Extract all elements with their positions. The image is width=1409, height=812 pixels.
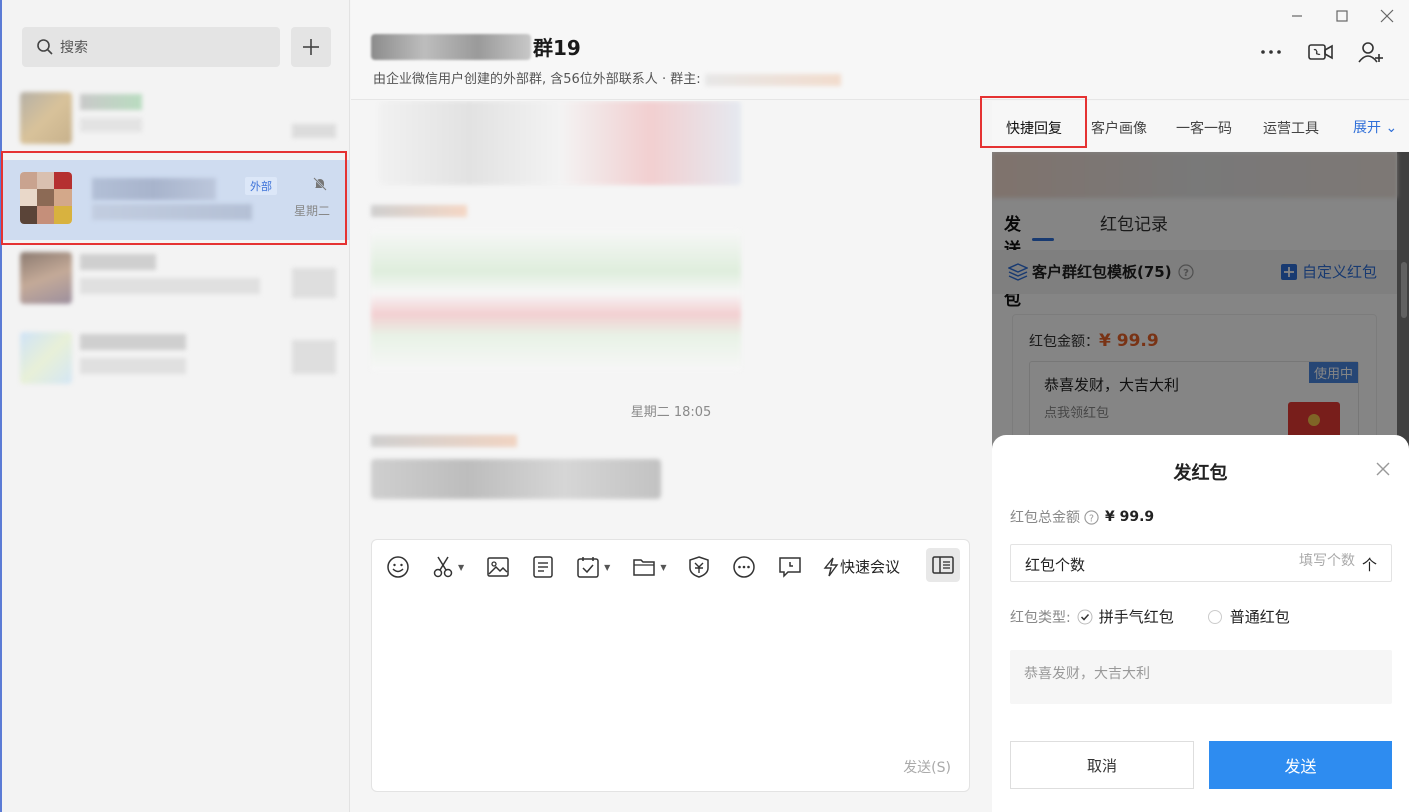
video-call-icon[interactable] [1308,40,1334,64]
side-panel-toggle[interactable] [926,548,960,582]
expand-button[interactable]: 展开 ⌄ [1353,117,1397,137]
redacted-message [371,229,741,371]
conversation-item[interactable] [2,320,350,400]
tab-operation-tools[interactable]: 运营工具 [1263,118,1319,138]
packet-count-field[interactable]: 红包个数 个 [1010,544,1392,582]
modal-title: 发红包 [1173,463,1228,484]
search-icon [37,39,53,55]
more-icon[interactable] [1259,40,1283,64]
avatar [20,252,72,304]
radio-circle-icon [1207,609,1222,624]
send-red-packet-modal: 发红包 红包总金额 ? ¥ 99.9 红包个数 个 红包类型: 拼手气红包 普通… [992,435,1409,812]
wish-input[interactable] [1024,666,1374,682]
search-box[interactable]: 搜索 [22,27,280,67]
redacted-name [80,254,156,270]
plus-icon [303,39,319,55]
packet-type-row: 红包类型: 拼手气红包 普通红包 [1010,606,1290,627]
total-amount-value: ¥ 99.9 [1105,509,1155,525]
redacted-message [379,101,741,185]
redacted-preview [92,204,252,220]
redacted-time [292,340,336,374]
conversation-item[interactable] [2,240,350,320]
composer-toolbar: ▼ ▼ ▼ [386,552,824,582]
conversation-item[interactable] [2,80,350,160]
redacted-name [92,178,216,200]
redacted-group-name [371,33,531,60]
document-icon[interactable] [532,555,554,579]
caret-down-icon[interactable]: ▼ [458,563,464,572]
redacted-time [292,124,336,138]
screenshot-icon[interactable]: ▼ [432,555,464,579]
conversation-list: 外部 星期二 [2,80,350,400]
message-composer[interactable]: ▼ ▼ ▼ 快速会议 发送(S) [371,539,970,792]
sidebar-panel-icon [932,556,954,574]
redacted-preview [80,118,142,132]
check-icon [1077,609,1093,624]
add-member-icon[interactable] [1358,40,1384,64]
chat-header: 群19 由企业微信用户创建的外部群, 含56位外部联系人 · 群主: [351,0,1409,100]
conversation-sidebar: 搜索 外部 星期二 [0,0,350,812]
redacted-preview [80,358,186,374]
external-tag: 外部 [245,177,277,195]
add-button[interactable] [291,27,331,67]
avatar [20,332,72,384]
image-icon[interactable] [486,555,510,579]
packet-count-unit: 个 [1361,556,1377,574]
send-button[interactable]: 发送 [1209,741,1392,789]
help-icon[interactable]: ? [1084,509,1099,525]
folder-icon[interactable]: ▼ [632,555,666,579]
type-normal-option[interactable]: 普通红包 [1207,606,1290,627]
group-title: 群19 [371,32,581,61]
tab-quick-reply[interactable]: 快捷回复 [1006,118,1062,138]
chat-messages: 星期二 18:05 [351,101,991,531]
emoji-icon[interactable] [386,555,410,579]
group-title-suffix: 群19 [533,36,581,60]
type-lucky-option[interactable]: 拼手气红包 [1077,606,1174,627]
red-packet-icon[interactable] [688,555,710,579]
wish-field[interactable] [1010,650,1392,704]
maximize-icon[interactable] [1334,8,1350,24]
redacted-name [80,334,186,350]
chevron-down-icon: ⌄ [1385,120,1398,136]
redacted-name [80,94,142,110]
group-avatar [20,172,72,224]
redacted-preview [80,278,260,294]
lightning-icon [823,557,839,576]
tab-customer-profile[interactable]: 客户画像 [1091,118,1147,138]
redacted-sender [371,435,517,447]
more-apps-icon[interactable] [732,555,756,579]
send-shortcut-hint[interactable]: 发送(S) [903,757,951,777]
redacted-owner [704,73,841,86]
total-amount-row: 红包总金额 ? ¥ 99.9 [1010,509,1155,526]
avatar [20,92,72,144]
packet-count-label: 红包个数 [1025,556,1086,574]
close-window-icon[interactable] [1379,8,1395,24]
caret-down-icon[interactable]: ▼ [604,563,610,572]
chat-timestamp: 星期二 18:05 [630,405,712,420]
minimize-icon[interactable] [1289,8,1305,24]
tab-one-customer-one-code[interactable]: 一客一码 [1176,118,1232,138]
chat-history-icon[interactable] [778,555,802,579]
redacted-time [292,268,336,298]
right-panel-tabs: 快捷回复 客户画像 一客一码 运营工具 展开 ⌄ [992,101,1409,151]
conversation-item-active[interactable]: 外部 星期二 [2,160,350,240]
cancel-button[interactable]: 取消 [1010,741,1194,789]
schedule-icon[interactable]: ▼ [576,555,610,579]
mute-bell-icon [313,177,327,191]
svg-text:?: ? [1089,513,1094,524]
quick-meeting-label: 快速会议 [840,558,901,576]
group-subtitle: 由企业微信用户创建的外部群, 含56位外部联系人 · 群主: [373,68,841,87]
close-icon[interactable] [1375,461,1391,477]
redacted-message [371,459,661,499]
redacted-sender [371,205,467,217]
caret-down-icon[interactable]: ▼ [660,563,666,572]
search-placeholder: 搜索 [60,40,88,56]
quick-meeting-button[interactable]: 快速会议 [822,556,900,577]
packet-count-input[interactable] [1245,553,1355,569]
conversation-time: 星期二 [293,204,330,218]
